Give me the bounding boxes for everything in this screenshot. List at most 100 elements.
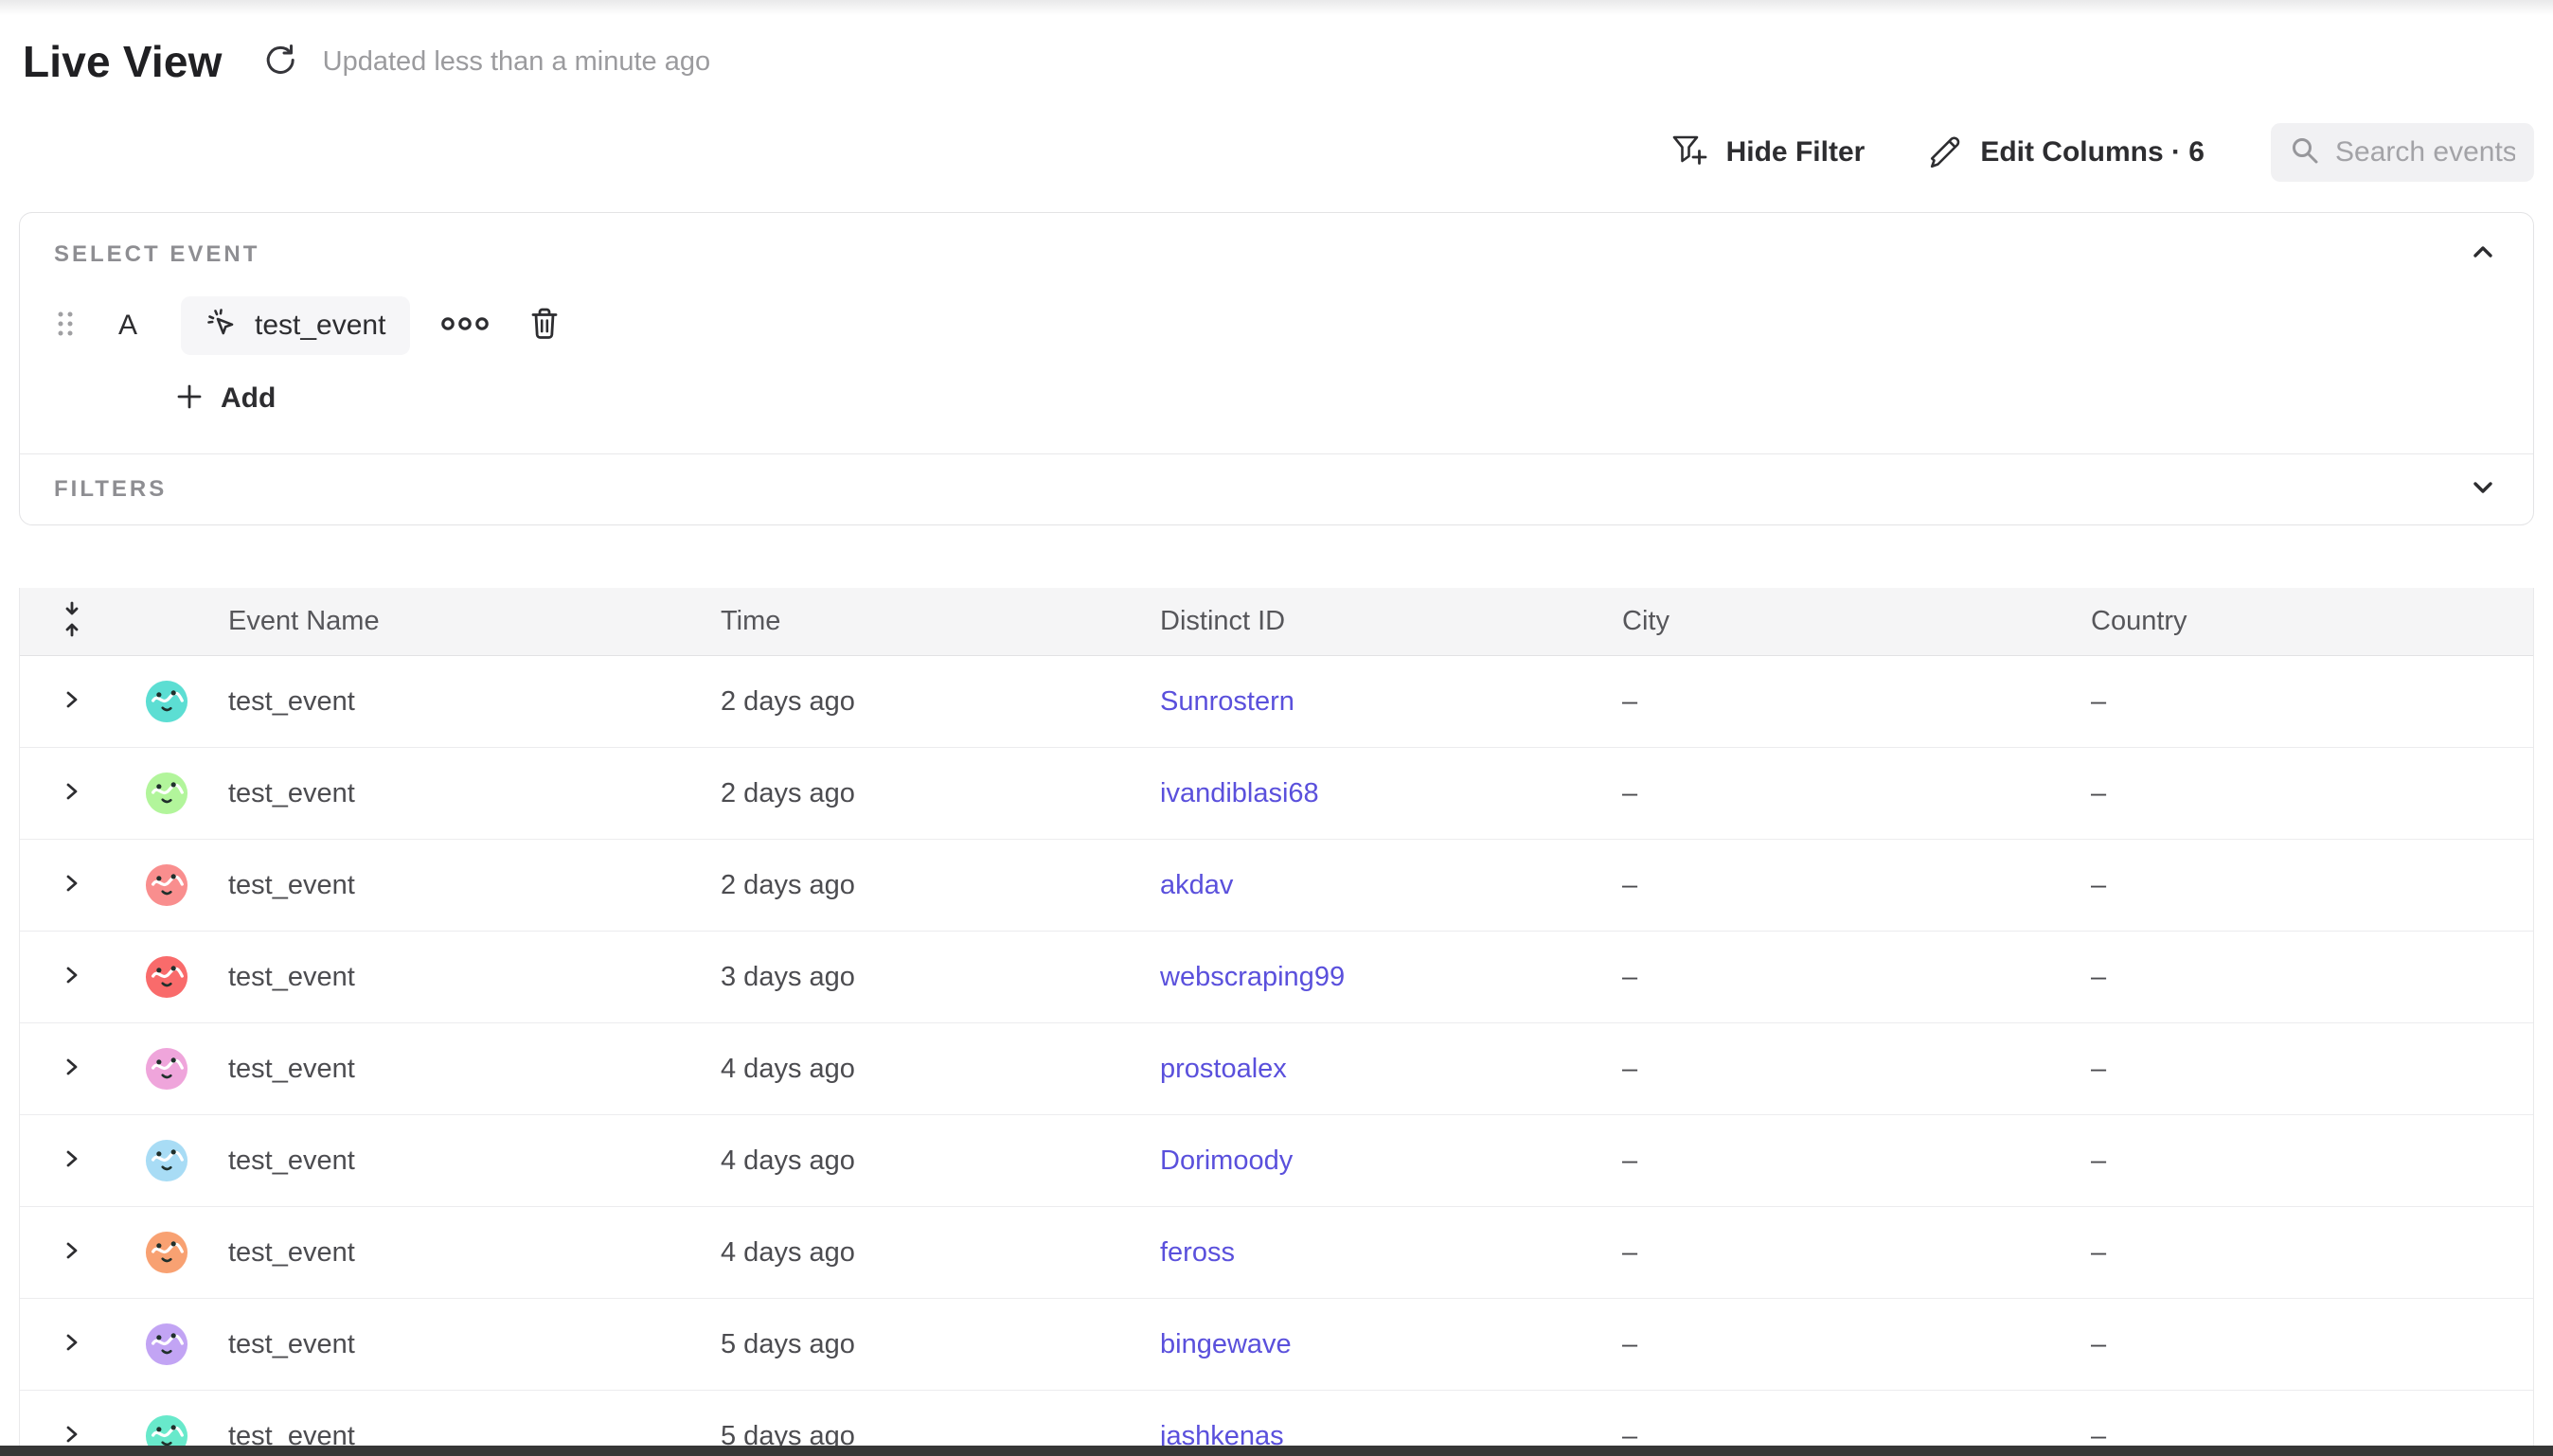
expand-row-button[interactable] [20, 779, 124, 808]
user-avatar [124, 1231, 209, 1274]
user-avatar [124, 1139, 209, 1182]
distinct-id-link[interactable]: ivandiblasi68 [1141, 778, 1603, 809]
time-cell: 2 days ago [702, 778, 1141, 809]
city-cell: – [1603, 962, 2072, 993]
table-row: test_event 4 days ago prostoalex – – [20, 1023, 2533, 1115]
country-cell: – [2072, 686, 2533, 718]
search-box[interactable] [2271, 123, 2534, 182]
filters-section: FILTERS [20, 453, 2533, 524]
expand-row-button[interactable] [20, 1330, 124, 1359]
table-row: test_event 4 days ago Dorimoody – – [20, 1115, 2533, 1207]
event-name-cell: test_event [209, 962, 702, 993]
distinct-id-link[interactable]: bingewave [1141, 1329, 1603, 1360]
expand-row-button[interactable] [20, 1055, 124, 1084]
drag-handle[interactable] [54, 310, 77, 343]
event-more-options-button[interactable] [440, 316, 490, 336]
chevron-right-icon [60, 1330, 84, 1359]
expand-row-button[interactable] [20, 1238, 124, 1268]
select-event-section: SELECT EVENT A [20, 213, 2533, 453]
table-row: test_event 2 days ago akdav – – [20, 840, 2533, 932]
distinct-id-link[interactable]: akdav [1141, 870, 1603, 901]
country-cell: – [2072, 1054, 2533, 1085]
delete-event-button[interactable] [527, 306, 562, 346]
add-label: Add [221, 382, 276, 415]
expand-row-button[interactable] [20, 963, 124, 992]
column-header-country: Country [2072, 606, 2533, 637]
country-cell: – [2072, 962, 2533, 993]
event-name-cell: test_event [209, 686, 702, 718]
event-name-cell: test_event [209, 870, 702, 901]
filter-funnel-plus-icon [1669, 132, 1709, 174]
time-cell: 4 days ago [702, 1054, 1141, 1085]
edit-columns-label: Edit Columns · 6 [1980, 136, 2205, 169]
expand-row-button[interactable] [20, 687, 124, 717]
refresh-icon [261, 42, 297, 82]
table-body: test_event 2 days ago Sunrostern – – tes… [20, 656, 2533, 1456]
time-cell: 4 days ago [702, 1145, 1141, 1177]
city-cell: – [1603, 1329, 2072, 1360]
chevron-up-icon [2469, 238, 2497, 271]
selected-event-name: test_event [255, 310, 385, 342]
filters-label: FILTERS [54, 476, 167, 503]
country-cell: – [2072, 1145, 2533, 1177]
user-avatar [124, 863, 209, 907]
plus-icon [175, 382, 204, 416]
event-name-cell: test_event [209, 1329, 702, 1360]
event-query-row: A test_event [54, 296, 2499, 355]
city-cell: – [1603, 686, 2072, 718]
distinct-id-link[interactable]: feross [1141, 1237, 1603, 1269]
event-name-cell: test_event [209, 778, 702, 809]
column-header-distinct-id: Distinct ID [1141, 606, 1603, 637]
distinct-id-link[interactable]: Sunrostern [1141, 686, 1603, 718]
user-avatar [124, 680, 209, 723]
chevron-right-icon [60, 1146, 84, 1176]
country-cell: – [2072, 1329, 2533, 1360]
select-event-label: SELECT EVENT [54, 241, 2499, 268]
chevron-right-icon [60, 871, 84, 900]
time-cell: 2 days ago [702, 686, 1141, 718]
expand-row-button[interactable] [20, 871, 124, 900]
time-cell: 4 days ago [702, 1237, 1141, 1269]
chevron-right-icon [60, 687, 84, 717]
event-select-chip[interactable]: test_event [181, 296, 410, 355]
city-cell: – [1603, 1237, 2072, 1269]
column-header-time: Time [702, 606, 1141, 637]
trash-icon [527, 306, 562, 346]
collapse-section-button[interactable] [2467, 238, 2499, 270]
distinct-id-link[interactable]: prostoalex [1141, 1054, 1603, 1085]
event-name-cell: test_event [209, 1145, 702, 1177]
column-header-city: City [1603, 606, 2072, 637]
hide-filter-label: Hide Filter [1726, 136, 1866, 169]
event-name-cell: test_event [209, 1237, 702, 1269]
chevron-right-icon [60, 1055, 84, 1084]
table-row: test_event 2 days ago ivandiblasi68 – – [20, 748, 2533, 840]
collapse-rows-icon [58, 600, 86, 643]
collapse-all-rows-button[interactable] [20, 600, 124, 643]
time-cell: 2 days ago [702, 870, 1141, 901]
refresh-button[interactable] [260, 43, 298, 80]
time-cell: 3 days ago [702, 962, 1141, 993]
page-header: Live View Updated less than a minute ago [0, 0, 2553, 87]
cursor-click-icon [205, 307, 240, 346]
table-row: test_event 2 days ago Sunrostern – – [20, 656, 2533, 748]
edit-columns-button[interactable]: Edit Columns · 6 [1925, 132, 2205, 174]
toolbar: Hide Filter Edit Columns · 6 [0, 123, 2553, 182]
expand-filters-button[interactable] [2467, 473, 2499, 506]
more-options-icon [440, 316, 490, 336]
distinct-id-link[interactable]: webscraping99 [1141, 962, 1603, 993]
search-icon [2288, 133, 2322, 172]
country-cell: – [2072, 778, 2533, 809]
add-event-button[interactable]: Add [175, 378, 317, 419]
chevron-right-icon [60, 1238, 84, 1268]
table-row: test_event 5 days ago bingewave – – [20, 1299, 2533, 1391]
table-header-row: Event Name Time Distinct ID City Country [20, 588, 2533, 656]
drag-handle-icon [57, 310, 74, 343]
edit-pencil-icon [1925, 132, 1963, 174]
distinct-id-link[interactable]: Dorimoody [1141, 1145, 1603, 1177]
search-input[interactable] [2335, 136, 2515, 169]
country-cell: – [2072, 870, 2533, 901]
city-cell: – [1603, 1145, 2072, 1177]
event-series-letter: A [118, 310, 137, 342]
hide-filter-button[interactable]: Hide Filter [1669, 132, 1866, 174]
expand-row-button[interactable] [20, 1146, 124, 1176]
